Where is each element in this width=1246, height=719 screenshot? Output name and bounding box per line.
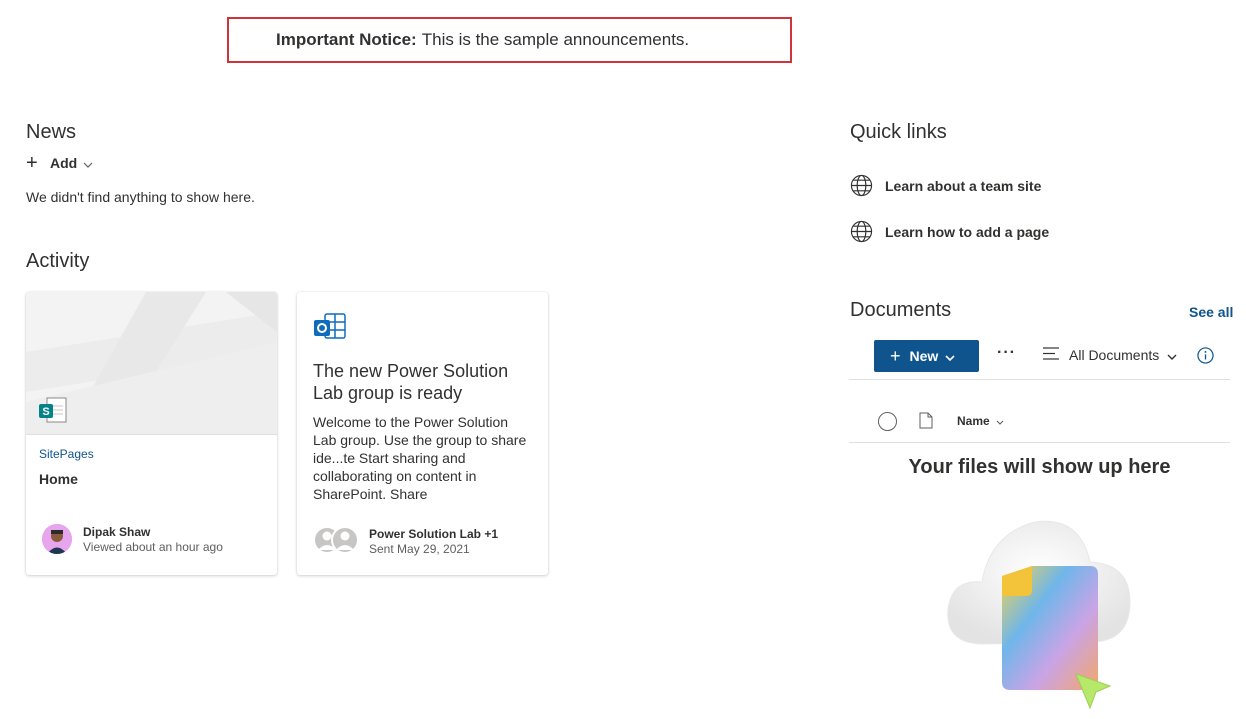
more-options-button[interactable]: ··· bbox=[997, 344, 1016, 362]
group-name: Power Solution Lab +1 bbox=[369, 527, 499, 541]
info-icon[interactable] bbox=[1197, 347, 1214, 369]
quick-links-title: Quick links bbox=[850, 121, 947, 143]
card-kicker[interactable]: SitePages bbox=[39, 447, 94, 461]
announcement-banner: Important Notice: This is the sample ann… bbox=[227, 17, 792, 63]
select-all-checkbox[interactable] bbox=[878, 412, 897, 431]
plus-icon: + bbox=[890, 345, 901, 366]
card-body: Welcome to the Power Solution Lab group.… bbox=[313, 414, 527, 502]
plus-icon: + bbox=[26, 152, 38, 174]
globe-icon bbox=[850, 220, 873, 243]
svg-text:S: S bbox=[42, 406, 49, 418]
file-type-icon bbox=[919, 412, 933, 434]
news-add-label: Add bbox=[50, 155, 78, 171]
news-title: News bbox=[26, 121, 77, 143]
quick-link-add-page[interactable]: Learn how to add a page bbox=[850, 220, 1049, 243]
activity-meta: Viewed about an hour ago bbox=[83, 540, 223, 554]
view-label: All Documents bbox=[1069, 347, 1160, 363]
outlook-icon bbox=[313, 312, 347, 347]
announcement-text: This is the sample announcements. bbox=[421, 30, 690, 49]
documents-title: Documents bbox=[850, 299, 952, 321]
announcement-label: Important Notice: bbox=[276, 30, 417, 49]
activity-card-group[interactable]: The new Power Solution Lab group is read… bbox=[297, 292, 548, 575]
group-avatars bbox=[313, 526, 361, 554]
activity-meta: Sent May 29, 2021 bbox=[369, 542, 470, 556]
name-column-header[interactable]: Name bbox=[957, 414, 1004, 428]
avatar bbox=[42, 524, 72, 554]
card-thumbnail: S bbox=[26, 292, 277, 435]
news-empty-text: We didn't find anything to show here. bbox=[26, 189, 255, 205]
news-add-button[interactable]: + Add bbox=[26, 152, 93, 174]
chevron-down-icon bbox=[83, 155, 93, 171]
divider bbox=[849, 442, 1230, 443]
chevron-down-icon bbox=[996, 414, 1004, 428]
card-title[interactable]: Home bbox=[39, 471, 78, 487]
quick-link-team-site[interactable]: Learn about a team site bbox=[850, 174, 1041, 197]
quick-link-label: Learn how to add a page bbox=[885, 223, 1050, 240]
activity-title: Activity bbox=[26, 250, 90, 272]
view-selector[interactable]: All Documents bbox=[1043, 347, 1177, 363]
quick-link-label: Learn about a team site bbox=[885, 177, 1042, 194]
person-name: Dipak Shaw bbox=[83, 525, 151, 539]
globe-icon bbox=[850, 174, 873, 197]
column-name-label: Name bbox=[957, 414, 990, 428]
list-view-icon bbox=[1043, 347, 1059, 363]
chevron-down-icon bbox=[945, 348, 955, 364]
see-all-link[interactable]: See all bbox=[1189, 304, 1233, 320]
new-label: New bbox=[909, 348, 939, 364]
card-title[interactable]: The new Power Solution Lab group is read… bbox=[313, 360, 533, 404]
chevron-down-icon bbox=[1167, 347, 1177, 363]
activity-card-home[interactable]: S SitePages Home Dipak Shaw Viewed about… bbox=[26, 292, 277, 575]
new-document-button[interactable]: + New bbox=[874, 340, 979, 372]
empty-folder-illustration bbox=[940, 514, 1140, 719]
documents-empty-text: Your files will show up here bbox=[908, 456, 1171, 478]
divider bbox=[849, 379, 1230, 380]
